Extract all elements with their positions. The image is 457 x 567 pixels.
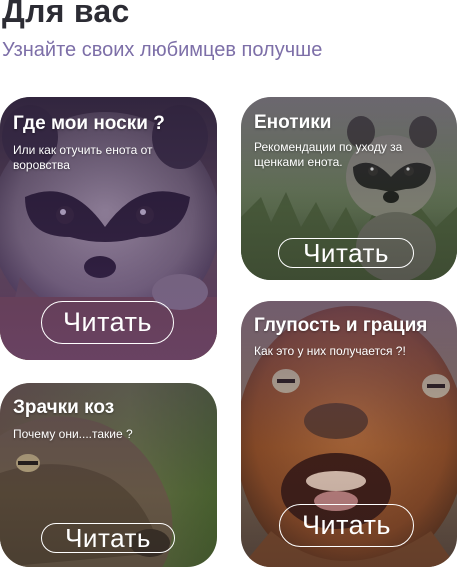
read-button[interactable]: Читать <box>278 238 414 268</box>
card-title: Глупость и грация <box>254 315 428 336</box>
article-card-socks[interactable]: Где мои носки ? Или как отучить енота от… <box>0 97 217 360</box>
card-title: Зрачки коз <box>13 397 115 418</box>
page-subtitle: Узнайте своих любимцев получше <box>2 39 323 61</box>
read-button[interactable]: Читать <box>279 504 414 547</box>
card-title: Где мои носки ? <box>13 113 165 134</box>
article-card-goat-eyes[interactable]: Зрачки коз Почему они....такие ? Читать <box>0 383 217 567</box>
read-button[interactable]: Читать <box>41 523 175 553</box>
card-description: Как это у них получается ?! <box>254 344 406 358</box>
card-description: Или как отучить енота от воровства <box>13 143 153 172</box>
article-card-goofy[interactable]: Глупость и грация Как это у них получает… <box>241 301 457 567</box>
article-card-raccoons[interactable]: Енотики Рекомендации по уходу за щенками… <box>241 97 457 280</box>
card-description: Почему они....такие ? <box>13 427 133 441</box>
page-title: Для вас <box>2 0 130 29</box>
card-description: Рекомендации по уходу за щенками енота. <box>254 140 403 169</box>
read-button[interactable]: Читать <box>41 301 174 344</box>
card-title: Енотики <box>254 112 332 133</box>
